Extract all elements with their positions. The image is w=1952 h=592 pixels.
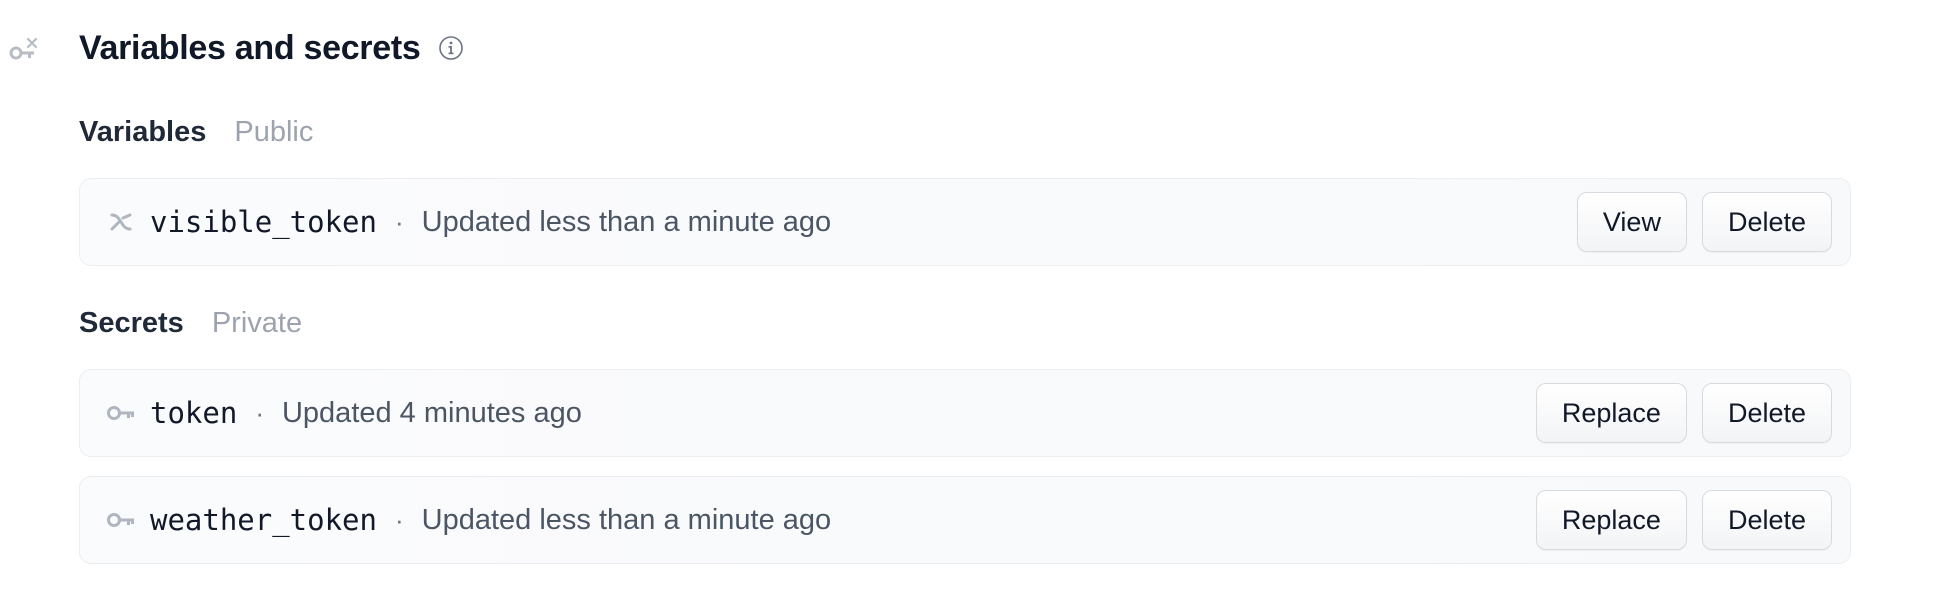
- secret-row: token · Updated 4 minutes ago Replace De…: [79, 369, 1851, 457]
- delete-button[interactable]: Delete: [1701, 192, 1832, 252]
- variable-actions: View Delete: [1576, 192, 1832, 252]
- secret-actions: Replace Delete: [1535, 490, 1832, 550]
- replace-button[interactable]: Replace: [1535, 383, 1687, 443]
- secret-name: token: [150, 396, 238, 430]
- key-variable-icon: [8, 36, 40, 62]
- variables-heading: Variables Public: [79, 116, 313, 156]
- variables-title: Variables: [79, 116, 207, 148]
- secrets-subtitle: Private: [211, 307, 303, 339]
- page-title: Variables and secrets: [79, 28, 421, 67]
- variables-subtitle: Public: [234, 116, 314, 148]
- view-button[interactable]: View: [1576, 192, 1687, 252]
- secret-row: weather_token · Updated less than a minu…: [79, 476, 1851, 564]
- secret-name: weather_token: [150, 503, 377, 537]
- secrets-heading: Secrets Private: [79, 307, 302, 347]
- variables-secrets-panel: Variables and secrets Variables Public v…: [0, 0, 1952, 592]
- secret-actions: Replace Delete: [1535, 383, 1832, 443]
- variable-updated: Updated less than a minute ago: [421, 205, 832, 238]
- key-icon: [106, 401, 136, 425]
- delete-button[interactable]: Delete: [1701, 490, 1832, 550]
- section-header: Variables and secrets: [79, 26, 464, 70]
- delete-button[interactable]: Delete: [1701, 383, 1832, 443]
- separator-dot: ·: [394, 504, 404, 535]
- variable-row: visible_token · Updated less than a minu…: [79, 178, 1851, 266]
- separator-dot: ·: [394, 206, 404, 237]
- secret-updated: Updated 4 minutes ago: [281, 396, 582, 429]
- variable-name: visible_token: [150, 205, 377, 239]
- replace-button[interactable]: Replace: [1535, 490, 1687, 550]
- variable-icon: [106, 210, 136, 234]
- secret-updated: Updated less than a minute ago: [421, 503, 832, 536]
- info-icon[interactable]: [438, 35, 464, 61]
- key-icon: [106, 508, 136, 532]
- separator-dot: ·: [255, 397, 264, 428]
- secrets-title: Secrets: [79, 307, 184, 339]
